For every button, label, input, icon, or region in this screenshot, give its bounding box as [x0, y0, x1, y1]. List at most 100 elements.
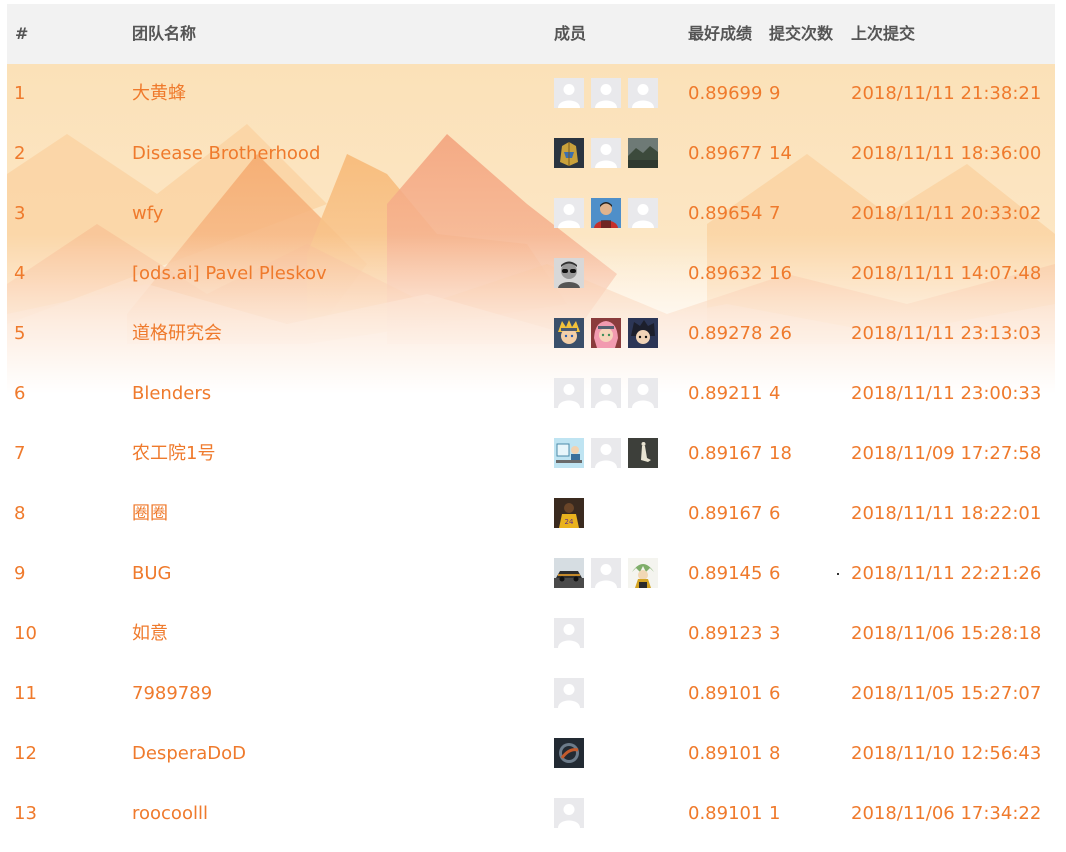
submission-count-cell: 6 [769, 563, 781, 584]
team-name-link[interactable]: Blenders [132, 364, 211, 424]
rank-cell: 2 [14, 143, 26, 164]
table-row: 3 wfy 0.89654 7 2018/11/11 20:33:02 [7, 184, 1055, 244]
anime-pink-avatar[interactable] [591, 318, 621, 348]
best-score-cell: 0.89167 [688, 443, 763, 464]
rank-cell: 4 [14, 263, 26, 284]
leaderboard: # 团队名称 成员 最好成绩 提交次数 上次提交 1 大黄蜂 0.89699 9 201… [7, 4, 1055, 852]
cartoon-desk-avatar[interactable] [554, 438, 584, 468]
default-avatar[interactable] [591, 138, 621, 168]
header-team-name: 团队名称 [132, 24, 197, 43]
best-score-cell: 0.89278 [688, 323, 763, 344]
anime-dark-avatar[interactable] [628, 318, 658, 348]
table-row: 13 roocoolll 0.89101 1 2018/11/06 17:34:22 [7, 784, 1055, 844]
header-rank: # [15, 24, 29, 43]
submission-count-cell: 6 [769, 503, 781, 524]
table-row: 4 [ods.ai] Pavel Pleskov 0.89632 16 2018/11/… [7, 244, 1055, 304]
last-submission-cell: 2018/11/10 12:56:43 [851, 743, 1042, 764]
last-submission-cell: 2018/11/11 23:00:33 [851, 383, 1042, 404]
dark-figure-avatar[interactable] [628, 438, 658, 468]
last-submission-cell: 2018/11/11 18:22:01 [851, 503, 1042, 524]
sunglasses-avatar[interactable] [554, 258, 584, 288]
default-avatar[interactable] [628, 198, 658, 228]
submission-count-cell: 9 [769, 83, 781, 104]
stray-dot-mark [837, 573, 839, 575]
table-row: 10 如意 0.89123 3 2018/11/06 15:28:18 [7, 604, 1055, 664]
best-score-cell: 0.89654 [688, 203, 763, 224]
rank-cell: 11 [14, 683, 37, 704]
last-submission-cell: 2018/11/06 15:28:18 [851, 623, 1042, 644]
person-avatar[interactable] [591, 198, 621, 228]
last-submission-cell: 2018/11/11 22:21:26 [851, 563, 1042, 584]
default-avatar[interactable] [554, 78, 584, 108]
best-score-cell: 0.89123 [688, 623, 763, 644]
landscape-avatar[interactable] [628, 138, 658, 168]
table-row: 7 农工院1号 0.89167 18 2018/11/09 17:27:58 [7, 424, 1055, 484]
basketball-avatar[interactable]: 24 [554, 498, 584, 528]
default-avatar[interactable] [628, 78, 658, 108]
team-name-link[interactable]: 道格研究会 [132, 304, 222, 364]
team-name-link[interactable]: 7989789 [132, 664, 212, 724]
default-avatar[interactable] [554, 198, 584, 228]
last-submission-cell: 2018/11/11 21:38:21 [851, 83, 1042, 104]
car-avatar[interactable] [554, 558, 584, 588]
team-name-link[interactable]: 大黄蜂 [132, 64, 186, 124]
default-avatar[interactable] [591, 558, 621, 588]
dark-logo-avatar[interactable] [554, 738, 584, 768]
team-name-link[interactable]: DesperaDoD [132, 724, 246, 784]
default-avatar[interactable] [591, 378, 621, 408]
best-score-cell: 0.89699 [688, 83, 763, 104]
last-submission-cell: 2018/11/11 18:36:00 [851, 143, 1042, 164]
svg-text:24: 24 [565, 518, 574, 526]
submission-count-cell: 7 [769, 203, 781, 224]
submission-count-cell: 26 [769, 323, 792, 344]
last-submission-cell: 2018/11/06 17:34:22 [851, 803, 1042, 824]
team-name-link[interactable]: 农工院1号 [132, 424, 215, 484]
team-name-link[interactable]: [ods.ai] Pavel Pleskov [132, 244, 327, 304]
header-members: 成员 [554, 24, 587, 43]
table-row: 2 Disease Brotherhood 0.89677 14 2018/11/11 … [7, 124, 1055, 184]
last-submission-cell: 2018/11/09 17:27:58 [851, 443, 1042, 464]
best-score-cell: 0.89211 [688, 383, 763, 404]
team-name-link[interactable]: wfy [132, 184, 163, 244]
table-row: 12 DesperaDoD 0.89101 8 2018/11/10 12:56:43 [7, 724, 1055, 784]
rank-cell: 10 [14, 623, 37, 644]
team-name-link[interactable]: Disease Brotherhood [132, 124, 320, 184]
table-row: 8 圈圈 24 0.89167 6 2018/11/11 18:22:01 [7, 484, 1055, 544]
header-best-score: 最好成绩 [688, 24, 753, 43]
default-avatar[interactable] [554, 798, 584, 828]
submission-count-cell: 8 [769, 743, 781, 764]
team-name-link[interactable]: 圈圈 [132, 484, 168, 544]
default-avatar[interactable] [628, 378, 658, 408]
anime-blond-avatar[interactable] [554, 318, 584, 348]
default-avatar[interactable] [591, 78, 621, 108]
best-score-cell: 0.89167 [688, 503, 763, 524]
submission-count-cell: 6 [769, 683, 781, 704]
leaderboard-header: # 团队名称 成员 最好成绩 提交次数 上次提交 [7, 4, 1055, 64]
last-submission-cell: 2018/11/11 14:07:48 [851, 263, 1042, 284]
submission-count-cell: 16 [769, 263, 792, 284]
best-score-cell: 0.89101 [688, 683, 763, 704]
anime-green-avatar[interactable] [628, 558, 658, 588]
default-avatar[interactable] [554, 678, 584, 708]
default-avatar[interactable] [554, 618, 584, 648]
last-submission-cell: 2018/11/05 15:27:07 [851, 683, 1042, 704]
rank-cell: 5 [14, 323, 26, 344]
team-name-link[interactable]: 如意 [132, 604, 168, 664]
helmet-avatar[interactable] [554, 138, 584, 168]
best-score-cell: 0.89677 [688, 143, 763, 164]
team-name-link[interactable]: BUG [132, 544, 171, 604]
submission-count-cell: 4 [769, 383, 781, 404]
rank-cell: 8 [14, 503, 26, 524]
default-avatar[interactable] [591, 438, 621, 468]
rank-cell: 9 [14, 563, 26, 584]
rank-cell: 7 [14, 443, 26, 464]
best-score-cell: 0.89632 [688, 263, 763, 284]
rank-cell: 1 [14, 83, 26, 104]
submission-count-cell: 3 [769, 623, 781, 644]
last-submission-cell: 2018/11/11 23:13:03 [851, 323, 1042, 344]
default-avatar[interactable] [554, 378, 584, 408]
table-row: 9 BUG 0.89145 6 2018/11/11 22:21:26 [7, 544, 1055, 604]
team-name-link[interactable]: roocoolll [132, 784, 208, 844]
best-score-cell: 0.89101 [688, 743, 763, 764]
header-last-submission: 上次提交 [851, 24, 916, 43]
